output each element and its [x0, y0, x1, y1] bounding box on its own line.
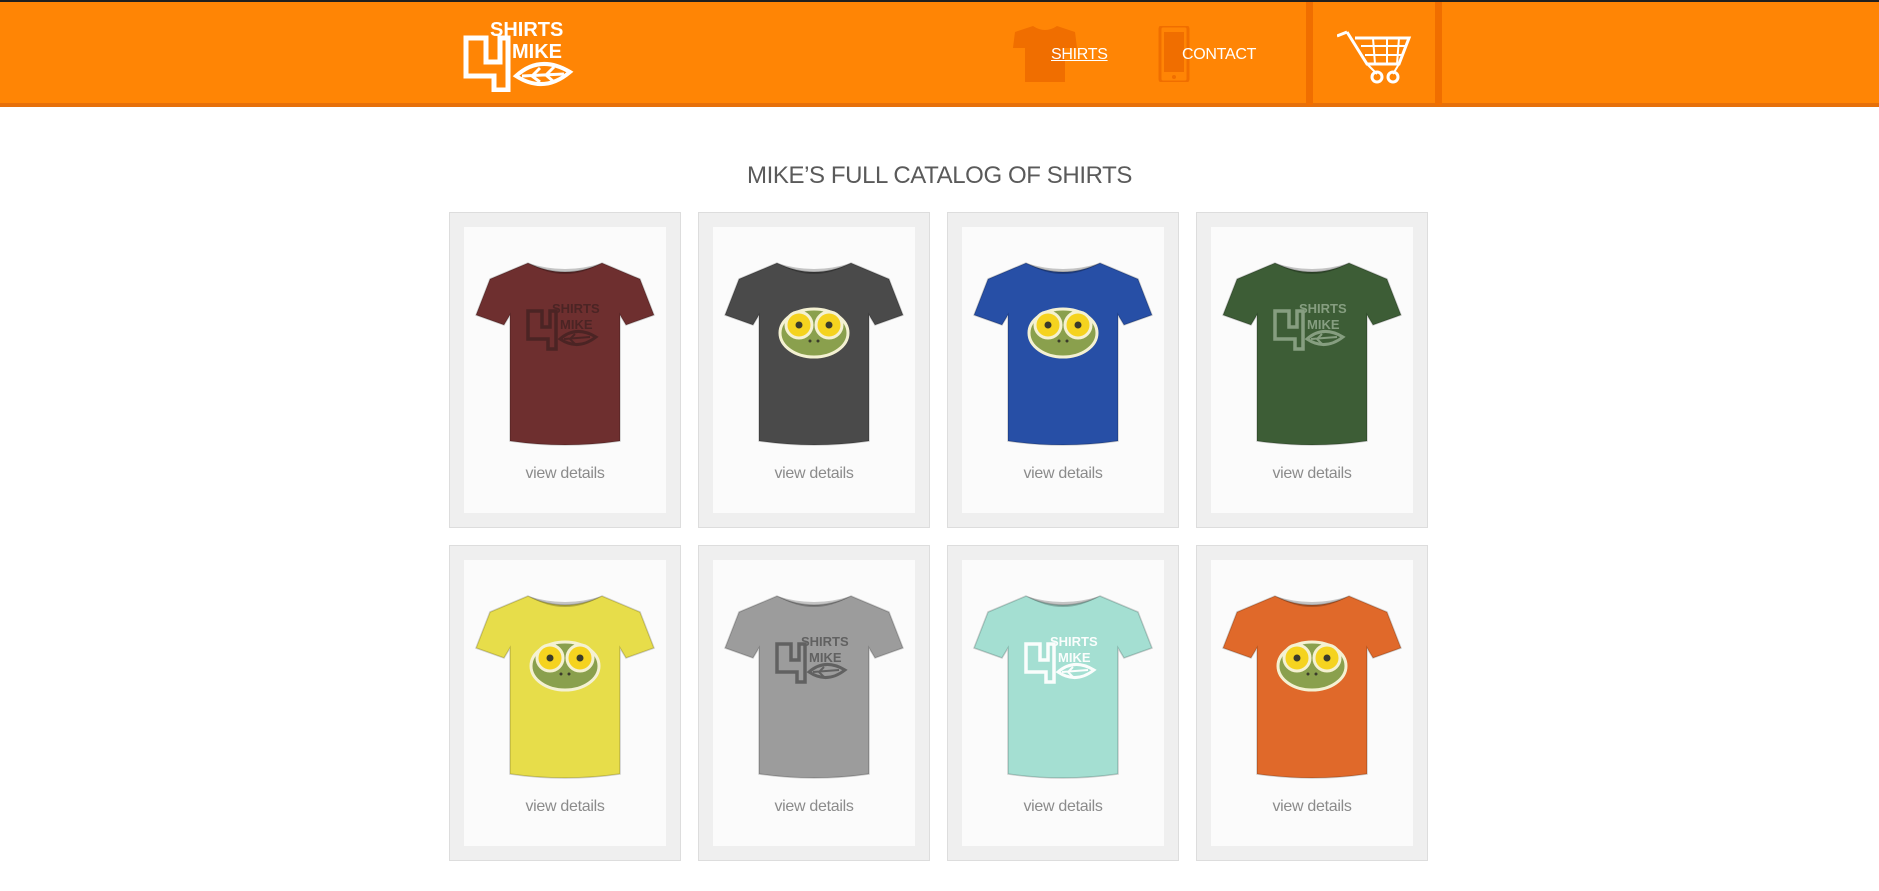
product-card[interactable]: SHIRTS MIKE view details: [698, 545, 930, 861]
product-card[interactable]: view details: [698, 212, 930, 528]
product-card-inner: SHIRTS MIKE view details: [464, 227, 666, 513]
view-details-link[interactable]: view details: [962, 465, 1164, 483]
svg-text:SHIRTS: SHIRTS: [1299, 301, 1347, 316]
page-title: MIKE’S FULL CATALOG OF SHIRTS: [747, 162, 1132, 189]
product-card[interactable]: view details: [947, 212, 1179, 528]
product-card[interactable]: view details: [449, 545, 681, 861]
view-details-link[interactable]: view details: [713, 798, 915, 816]
view-details-link[interactable]: view details: [464, 465, 666, 483]
shirt-image[interactable]: [1217, 588, 1407, 782]
shirt-image[interactable]: SHIRTS MIKE: [968, 588, 1158, 782]
view-details-link[interactable]: view details: [962, 798, 1164, 816]
shirt-image[interactable]: [719, 255, 909, 449]
product-card[interactable]: SHIRTS MIKE view details: [449, 212, 681, 528]
shopping-cart-icon: [1336, 30, 1413, 84]
frog-graphic: [778, 307, 850, 359]
shirt-image[interactable]: [968, 255, 1158, 449]
site-header: SHIRTS MIKE SHIRTS CONTACT: [0, 0, 1879, 107]
view-details-link[interactable]: view details: [464, 798, 666, 816]
frog-graphic: [1027, 307, 1099, 359]
view-details-link[interactable]: view details: [1211, 798, 1413, 816]
svg-text:SHIRTS: SHIRTS: [552, 301, 600, 316]
nav-link-shirts[interactable]: SHIRTS: [1051, 46, 1108, 64]
product-card[interactable]: view details: [1196, 545, 1428, 861]
svg-text:MIKE: MIKE: [1058, 650, 1091, 665]
frog-graphic: [1276, 640, 1348, 692]
svg-text:SHIRTS: SHIRTS: [1050, 634, 1098, 649]
shirts4mike-logo[interactable]: SHIRTS MIKE: [460, 14, 586, 93]
svg-text:SHIRTS: SHIRTS: [801, 634, 849, 649]
svg-text:MIKE: MIKE: [560, 317, 593, 332]
product-card-inner: SHIRTS MIKE view details: [713, 560, 915, 846]
product-card-inner: view details: [713, 227, 915, 513]
product-card-inner: SHIRTS MIKE view details: [1211, 227, 1413, 513]
shirt-image[interactable]: [470, 588, 660, 782]
svg-text:MIKE: MIKE: [512, 41, 562, 63]
product-card-inner: view details: [464, 560, 666, 846]
view-details-link[interactable]: view details: [713, 465, 915, 483]
shirt-image[interactable]: SHIRTS MIKE: [719, 588, 909, 782]
frog-graphic: [529, 640, 601, 692]
product-card-inner: view details: [1211, 560, 1413, 846]
nav-link-contact[interactable]: CONTACT: [1182, 46, 1256, 64]
cart-button[interactable]: [1306, 2, 1442, 105]
shirt-image[interactable]: SHIRTS MIKE: [1217, 255, 1407, 449]
product-card[interactable]: SHIRTS MIKE view details: [947, 545, 1179, 861]
svg-text:MIKE: MIKE: [809, 650, 842, 665]
view-details-link[interactable]: view details: [1211, 465, 1413, 483]
product-card-inner: view details: [962, 227, 1164, 513]
product-card-inner: SHIRTS MIKE view details: [962, 560, 1164, 846]
shirt-image[interactable]: SHIRTS MIKE: [470, 255, 660, 449]
product-card[interactable]: SHIRTS MIKE view details: [1196, 212, 1428, 528]
svg-text:MIKE: MIKE: [1307, 317, 1340, 332]
